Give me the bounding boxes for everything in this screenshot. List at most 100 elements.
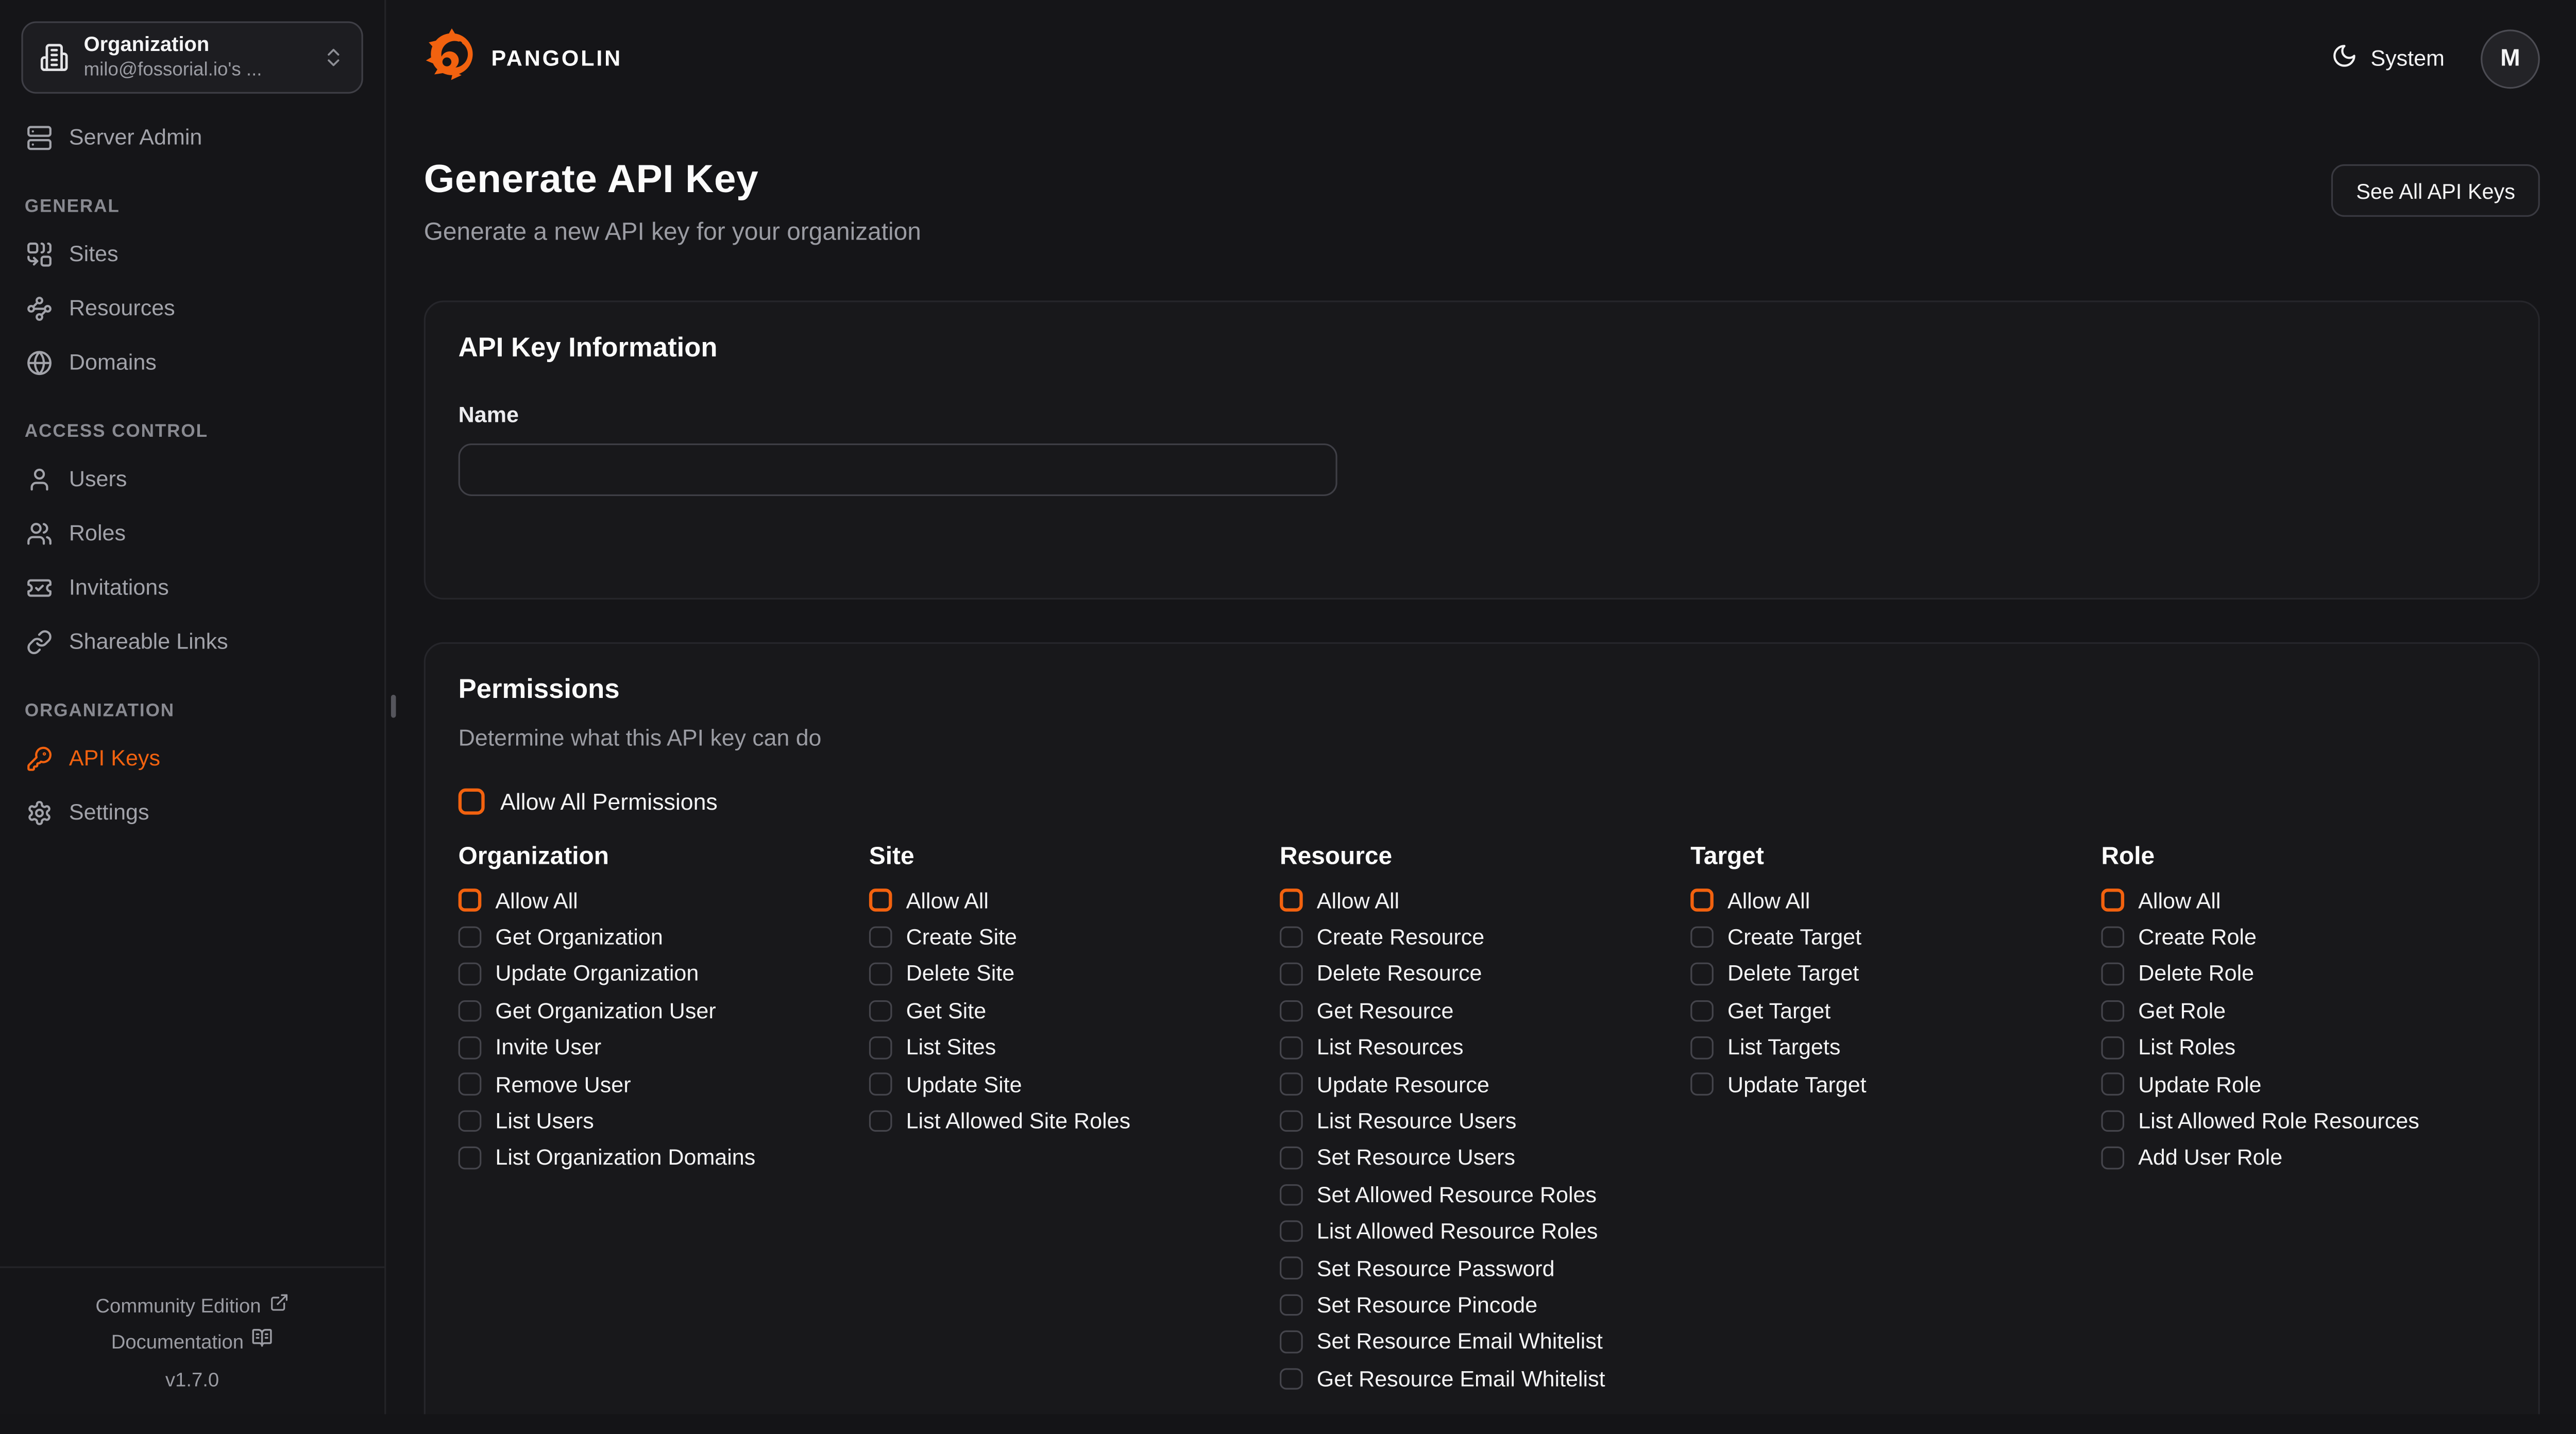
checkbox-resource-allow-all[interactable] (1280, 890, 1302, 912)
permission-row-organization-remove-user: Remove User (459, 1066, 862, 1102)
link-icon (25, 628, 53, 655)
permission-row-resource-set-resource-email-whitelist: Set Resource Email Whitelist (1280, 1323, 1684, 1360)
checkbox-role-delete-role[interactable] (2101, 963, 2123, 985)
sidebar-item-invitations[interactable]: Invitations (21, 560, 363, 614)
checkbox-resource-set-resource-pincode[interactable] (1280, 1294, 1302, 1316)
permission-label: Allow All (495, 888, 578, 913)
sidebar-item-server-admin[interactable]: Server Admin (21, 110, 363, 164)
checkbox-site-delete-site[interactable] (869, 963, 891, 985)
community-edition-link[interactable]: Community Edition (0, 1287, 384, 1324)
checkbox-resource-list-resource-users[interactable] (1280, 1110, 1302, 1132)
permission-row-role-get-role: Get Role (2101, 993, 2505, 1029)
allow-all-permissions-checkbox[interactable] (459, 789, 484, 814)
checkbox-target-update-target[interactable] (1690, 1073, 1713, 1096)
permission-label: Allow All (2138, 888, 2221, 913)
checkbox-resource-set-resource-password[interactable] (1280, 1257, 1302, 1279)
permission-label: Get Role (2138, 998, 2226, 1023)
checkbox-organization-invite-user[interactable] (459, 1036, 481, 1059)
permission-label: Update Role (2138, 1072, 2261, 1097)
permission-column-target: TargetAllow AllCreate TargetDelete Targe… (1690, 843, 2094, 1103)
checkbox-resource-list-allowed-resource-roles[interactable] (1280, 1220, 1302, 1242)
permission-row-role-list-allowed-role-resources: List Allowed Role Resources (2101, 1103, 2505, 1139)
checkbox-role-allow-all[interactable] (2101, 890, 2123, 912)
sidebar-footer: Community Edition Documentation v1.7.0 (0, 1266, 384, 1414)
app-window: Organization milo@fossorial.io's ... Ser… (0, 0, 2576, 1414)
name-field-label: Name (459, 402, 2505, 427)
allow-all-permissions-row: Allow All Permissions (459, 789, 2505, 815)
permission-row-role-update-role: Update Role (2101, 1066, 2505, 1102)
checkbox-organization-update-organization[interactable] (459, 963, 481, 985)
avatar[interactable]: M (2481, 29, 2540, 88)
checkbox-role-get-role[interactable] (2101, 1000, 2123, 1022)
permission-column-heading: Target (1690, 843, 2094, 870)
sidebar-item-settings[interactable]: Settings (21, 785, 363, 839)
checkbox-organization-remove-user[interactable] (459, 1073, 481, 1096)
permission-label: Get Resource Email Whitelist (1317, 1366, 1605, 1391)
topbar-right: System M (2331, 29, 2540, 88)
sidebar-item-roles[interactable]: Roles (21, 506, 363, 560)
server-icon (25, 124, 53, 150)
checkbox-target-delete-target[interactable] (1690, 963, 1713, 985)
permissions-subtitle: Determine what this API key can do (459, 724, 2505, 750)
checkbox-resource-set-resource-users[interactable] (1280, 1147, 1302, 1169)
sidebar-item-users[interactable]: Users (21, 452, 363, 506)
checkbox-site-allow-all[interactable] (869, 890, 891, 912)
permission-row-organization-get-organization: Get Organization (459, 919, 862, 955)
checkbox-target-allow-all[interactable] (1690, 890, 1713, 912)
theme-toggle[interactable]: System (2331, 43, 2445, 74)
see-all-api-keys-button[interactable]: See All API Keys (2331, 164, 2539, 217)
sidebar-item-shareable-links[interactable]: Shareable Links (21, 614, 363, 669)
api-key-info-card: API Key Information Name (424, 301, 2540, 600)
checkbox-organization-allow-all[interactable] (459, 890, 481, 912)
sidebar-item-domains[interactable]: Domains (21, 335, 363, 389)
permission-row-organization-list-organization-domains: List Organization Domains (459, 1139, 862, 1176)
waypoints-icon (25, 295, 53, 321)
sidebar-item-label: Shareable Links (69, 629, 228, 654)
book-open-icon (252, 1324, 273, 1361)
org-selector[interactable]: Organization milo@fossorial.io's ... (21, 21, 363, 93)
permission-label: List Resource Users (1317, 1109, 1517, 1134)
checkbox-resource-set-resource-email-whitelist[interactable] (1280, 1330, 1302, 1353)
sidebar-section-heading-organization: ORGANIZATION (25, 702, 360, 721)
checkbox-organization-get-organization[interactable] (459, 926, 481, 948)
checkbox-site-list-sites[interactable] (869, 1036, 891, 1059)
permissions-grid: Organization Allow All Get Organization Upd… (459, 843, 2505, 1397)
sidebar-item-sites[interactable]: Sites (21, 227, 363, 281)
permission-row-resource-set-resource-users: Set Resource Users (1280, 1139, 1684, 1176)
checkbox-resource-update-resource[interactable] (1280, 1073, 1302, 1096)
checkbox-resource-set-allowed-resource-roles[interactable] (1280, 1184, 1302, 1206)
permission-label: Create Resource (1317, 925, 1484, 950)
checkbox-resource-get-resource[interactable] (1280, 1000, 1302, 1022)
permission-row-resource-delete-resource: Delete Resource (1280, 955, 1684, 992)
sidebar-item-resources[interactable]: Resources (21, 281, 363, 335)
checkbox-target-create-target[interactable] (1690, 926, 1713, 948)
checkbox-organization-list-users[interactable] (459, 1110, 481, 1132)
permission-row-site-get-site: Get Site (869, 993, 1273, 1029)
checkbox-site-list-allowed-site-roles[interactable] (869, 1110, 891, 1132)
checkbox-role-list-roles[interactable] (2101, 1036, 2123, 1059)
permission-column-heading: Site (869, 843, 1273, 870)
sidebar-section-heading-general: GENERAL (25, 197, 360, 217)
checkbox-site-update-site[interactable] (869, 1073, 891, 1096)
name-input[interactable] (459, 443, 1337, 496)
checkbox-resource-get-resource-email-whitelist[interactable] (1280, 1368, 1302, 1390)
checkbox-site-get-site[interactable] (869, 1000, 891, 1022)
permission-label: Set Allowed Resource Roles (1317, 1182, 1597, 1207)
checkbox-resource-list-resources[interactable] (1280, 1036, 1302, 1059)
checkbox-resource-delete-resource[interactable] (1280, 963, 1302, 985)
checkbox-organization-get-organization-user[interactable] (459, 1000, 481, 1022)
documentation-link[interactable]: Documentation (0, 1324, 384, 1361)
checkbox-role-update-role[interactable] (2101, 1073, 2123, 1096)
permission-column-heading: Organization (459, 843, 862, 870)
checkbox-target-list-targets[interactable] (1690, 1036, 1713, 1059)
checkbox-site-create-site[interactable] (869, 926, 891, 948)
checkbox-role-create-role[interactable] (2101, 926, 2123, 948)
page-subtitle: Generate a new API key for your organiza… (424, 218, 921, 246)
sidebar-item-api-keys[interactable]: API Keys (21, 731, 363, 785)
permission-column-site: SiteAllow AllCreate SiteDelete SiteGet S… (869, 843, 1273, 1139)
checkbox-organization-list-organization-domains[interactable] (459, 1147, 481, 1169)
checkbox-role-add-user-role[interactable] (2101, 1147, 2123, 1169)
checkbox-target-get-target[interactable] (1690, 1000, 1713, 1022)
checkbox-role-list-allowed-role-resources[interactable] (2101, 1110, 2123, 1132)
checkbox-resource-create-resource[interactable] (1280, 926, 1302, 948)
